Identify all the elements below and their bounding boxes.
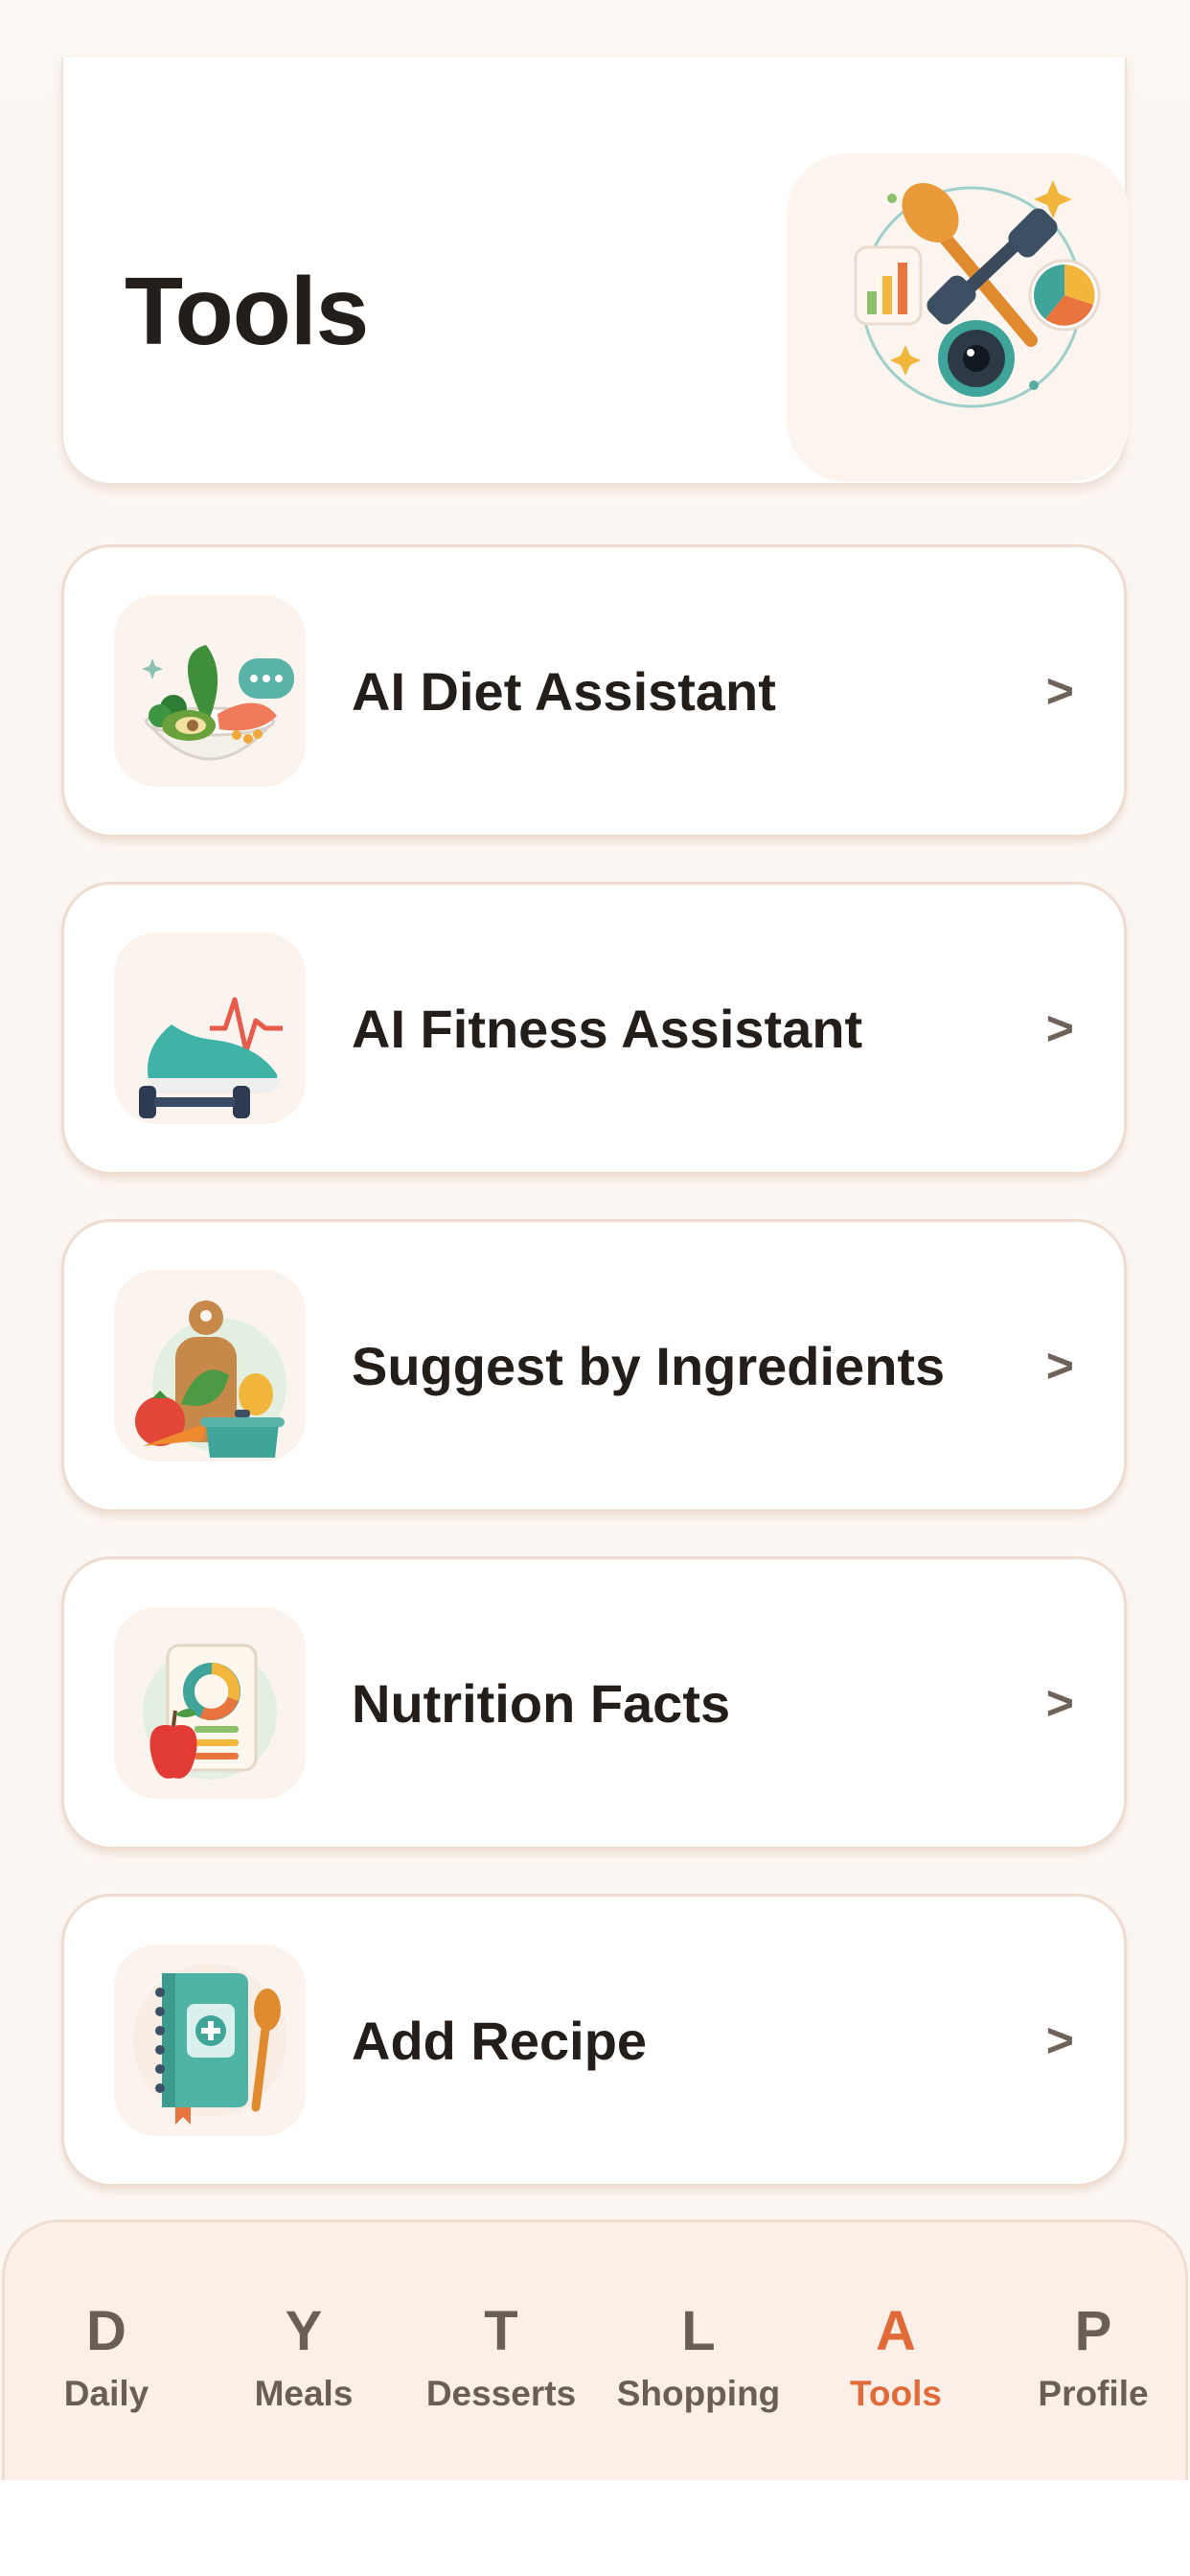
- diet-bowl-icon: [114, 595, 306, 787]
- tool-label: Nutrition Facts: [352, 1672, 731, 1734]
- tab-icon-letter: Y: [285, 2300, 323, 2362]
- tab-meals[interactable]: Y Meals: [205, 2222, 402, 2480]
- tab-tools[interactable]: A Tools: [797, 2222, 995, 2480]
- tab-label: Desserts: [425, 2374, 577, 2413]
- ingredients-icon: [114, 1270, 306, 1461]
- tab-desserts[interactable]: T Desserts: [402, 2222, 600, 2480]
- nutrition-report-icon: [114, 1607, 306, 1799]
- page-title: Tools: [125, 258, 369, 365]
- tool-label: Suggest by Ingredients: [352, 1335, 946, 1396]
- app-screen: Tools AI Diet Assistant > AI Fitness Ass…: [0, 0, 1190, 2480]
- fitness-shoe-icon: [114, 932, 306, 1124]
- tab-daily[interactable]: D Daily: [8, 2222, 205, 2480]
- tab-label: Tools: [850, 2374, 942, 2413]
- tool-card-nutrition-facts[interactable]: Nutrition Facts >: [61, 1556, 1127, 1850]
- tool-card-ai-fitness-assistant[interactable]: AI Fitness Assistant >: [61, 882, 1127, 1175]
- chevron-right-icon: >: [1045, 1339, 1074, 1392]
- tool-card-ai-diet-assistant[interactable]: AI Diet Assistant >: [61, 544, 1127, 838]
- tab-profile[interactable]: P Profile: [995, 2222, 1190, 2480]
- header-card: Tools: [61, 58, 1130, 485]
- chevron-right-icon: >: [1045, 1001, 1074, 1055]
- tab-icon-letter: A: [876, 2300, 916, 2362]
- bottom-tab-bar: D Daily Y Meals T Desserts L Shopping A …: [2, 2220, 1188, 2480]
- tab-icon-letter: P: [1074, 2300, 1112, 2362]
- tools-collage-icon: [787, 153, 1130, 482]
- tool-label: Add Recipe: [352, 2010, 648, 2071]
- chevron-right-icon: >: [1045, 2013, 1074, 2067]
- tab-label: Shopping: [616, 2374, 781, 2413]
- tab-icon-letter: T: [484, 2300, 518, 2362]
- tool-label: AI Diet Assistant: [352, 660, 776, 722]
- tool-card-add-recipe[interactable]: Add Recipe >: [61, 1894, 1127, 2187]
- tool-card-suggest-by-ingredients[interactable]: Suggest by Ingredients >: [61, 1219, 1127, 1512]
- tab-icon-letter: D: [86, 2300, 126, 2362]
- tab-label: Daily: [63, 2374, 149, 2413]
- recipe-book-icon: [114, 1944, 306, 2136]
- tab-label: Profile: [1038, 2374, 1149, 2413]
- tool-label: AI Fitness Assistant: [352, 998, 863, 1059]
- chevron-right-icon: >: [1045, 1676, 1074, 1730]
- tab-icon-letter: L: [681, 2300, 716, 2362]
- tab-label: Meals: [254, 2374, 354, 2413]
- chevron-right-icon: >: [1045, 664, 1074, 718]
- tab-shopping[interactable]: L Shopping: [600, 2222, 797, 2480]
